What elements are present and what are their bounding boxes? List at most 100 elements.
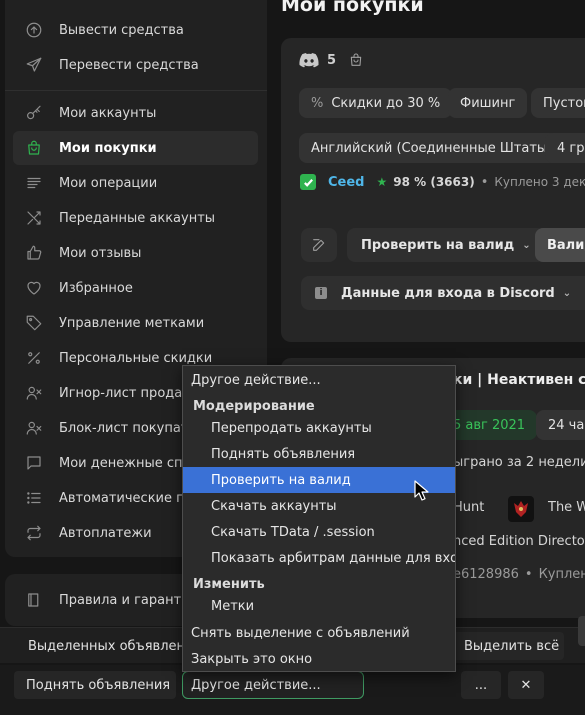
heart-icon <box>23 277 45 299</box>
book-icon <box>23 589 45 611</box>
dot-separator: • <box>524 567 533 582</box>
sidebar-item-label: Правила и гарантии <box>59 592 199 608</box>
close-button[interactable]: ✕ <box>508 671 544 699</box>
menu-item-other-action[interactable]: Другое действие... <box>183 367 455 393</box>
shuffle-icon <box>23 207 45 229</box>
selected-count-label: Выделенных объявлений <box>16 632 184 660</box>
valid-button[interactable]: Валид <box>535 228 585 262</box>
upload-icon <box>23 19 45 41</box>
login-data-toggle[interactable]: i Данные для входа в Discord ⌄ <box>301 276 585 310</box>
menu-item-resell[interactable]: Перепродать аккаунты <box>183 415 455 441</box>
edition-text: nced Edition Director's <box>453 534 585 549</box>
page-title: Мои покупки <box>281 0 424 16</box>
account-count: 5 <box>327 52 337 68</box>
chip-label: Английский (Соединенные Штаты) <box>311 140 553 156</box>
chevron-down-icon: ⌄ <box>562 287 572 299</box>
dot-separator: • <box>480 174 489 190</box>
buyer-row: e6128986 • Куплен <box>453 567 585 582</box>
edit-button[interactable] <box>301 228 337 262</box>
label: Выделенных объявлений <box>28 638 184 654</box>
menu-item-download-tdata[interactable]: Скачать TData / .session <box>183 519 455 545</box>
menu-item-bump[interactable]: Поднять объявления <box>183 441 455 467</box>
purchase-card: 5 % Скидки до 30 % Фишинг Пустой Английс… <box>281 38 585 342</box>
sidebar-item-label: Управление метками <box>59 315 205 331</box>
sidebar-item-label: Вывести средства <box>59 22 184 38</box>
close-icon: ✕ <box>520 677 532 693</box>
action-select[interactable]: Другое действие... <box>182 671 364 699</box>
bag-icon <box>348 52 364 68</box>
played-text: ыграно за 2 недели <box>453 455 585 470</box>
checkbox[interactable] <box>300 174 316 190</box>
sidebar-item-my-accounts[interactable]: Мои аккаунты <box>13 96 258 130</box>
seller-row: Ceed ★ 98 % (3663) • Куплено 3 дек 20 <box>300 174 585 190</box>
menu-item-tags[interactable]: Метки <box>183 593 455 619</box>
phishing-chip[interactable]: Фишинг <box>448 88 528 118</box>
discord-icon <box>299 52 319 68</box>
sidebar-item-label: Перевести средства <box>59 57 199 73</box>
sidebar-item-reviews[interactable]: Мои отзывы <box>13 236 258 270</box>
bought-date: Куплено 3 дек 20 <box>494 175 585 189</box>
scroll-edge <box>578 616 585 646</box>
sidebar-item-favorites[interactable]: Избранное <box>13 271 258 305</box>
language-chip[interactable]: Английский (Соединенные Штаты) <box>299 133 565 163</box>
more-button[interactable]: ... <box>461 671 501 699</box>
sidebar-item-label: Мои аккаунты <box>59 105 157 121</box>
sidebar-item-label: Мои покупки <box>59 140 157 156</box>
seller-name[interactable]: Ceed <box>328 175 364 190</box>
sidebar-item-withdraw[interactable]: Вывести средства <box>13 13 258 47</box>
menu-item-show-arbiters[interactable]: Показать арбитрам данные для входа <box>183 545 455 571</box>
sidebar-item-label: Автоплатежи <box>59 525 152 541</box>
buyer-name[interactable]: e6128986 <box>453 567 519 582</box>
info-icon: i <box>315 287 327 299</box>
group-chip[interactable]: 4 гру <box>545 133 585 163</box>
message-icon <box>23 452 45 474</box>
send-icon <box>23 54 45 76</box>
label: Выделить всё <box>464 638 560 654</box>
chip-label: 5 авг 2021 <box>453 417 526 433</box>
edit-icon <box>311 237 327 253</box>
chip-label: Пустой <box>543 95 585 111</box>
user-block-icon <box>23 417 45 439</box>
button-label: Данные для входа в Discord <box>341 285 555 301</box>
sidebar-item-operations[interactable]: Мои операции <box>13 166 258 200</box>
list-lines-icon <box>23 172 45 194</box>
user-x-icon <box>23 382 45 404</box>
list-bullets-icon <box>23 487 45 509</box>
bump-ads-button[interactable]: Поднять объявления <box>14 671 176 699</box>
shopping-bag-icon <box>23 137 45 159</box>
witcher-logo-icon <box>508 496 534 522</box>
game-hunt: Hunt <box>453 500 485 515</box>
sidebar-item-label: Избранное <box>59 280 133 296</box>
discount-chip[interactable]: % Скидки до 30 % <box>299 88 453 118</box>
thumbs-up-icon <box>23 242 45 264</box>
sidebar-item-transferred-accounts[interactable]: Переданные аккаунты <box>13 201 258 235</box>
sidebar-item-tags[interactable]: Управление метками <box>13 306 258 340</box>
sidebar-item-label: Персональные скидки <box>59 350 213 366</box>
game-witcher: The W <box>548 500 585 515</box>
star-icon: ★ <box>376 175 388 189</box>
card2-title: ки | Неактивен с 20 <box>453 372 585 388</box>
tag-icon <box>23 312 45 334</box>
repeat-icon <box>23 522 45 544</box>
sidebar-item-label: Мои операции <box>59 175 158 191</box>
seller-rating: 98 % (3663) <box>393 175 475 189</box>
chip-label: 4 гру <box>557 140 585 156</box>
percent-icon: % <box>311 95 324 111</box>
sidebar-divider <box>5 90 267 91</box>
empty-chip[interactable]: Пустой <box>531 88 585 118</box>
card-header: 5 <box>299 52 364 68</box>
percent-icon <box>23 347 45 369</box>
bought-date: Куплен <box>538 567 585 582</box>
select-value: Другое действие... <box>191 677 321 693</box>
sidebar-item-transfer[interactable]: Перевести средства <box>13 48 258 82</box>
select-all-button[interactable]: Выделить всё <box>452 632 564 660</box>
sidebar-item-label: Переданные аккаунты <box>59 210 216 226</box>
action-dropdown-menu: Другое действие... Модерирование Перепро… <box>182 365 456 672</box>
menu-item-close[interactable]: Закрыть это окно <box>183 646 455 672</box>
mouse-cursor-icon <box>414 480 429 501</box>
check-valid-button[interactable]: Проверить на валид ⌄ <box>347 228 545 262</box>
menu-item-deselect[interactable]: Снять выделение с объявлений <box>183 620 455 646</box>
button-label: Проверить на валид <box>361 237 515 253</box>
chip-label: Скидки до 30 % <box>331 95 441 111</box>
sidebar-item-my-purchases[interactable]: Мои покупки <box>13 131 258 165</box>
